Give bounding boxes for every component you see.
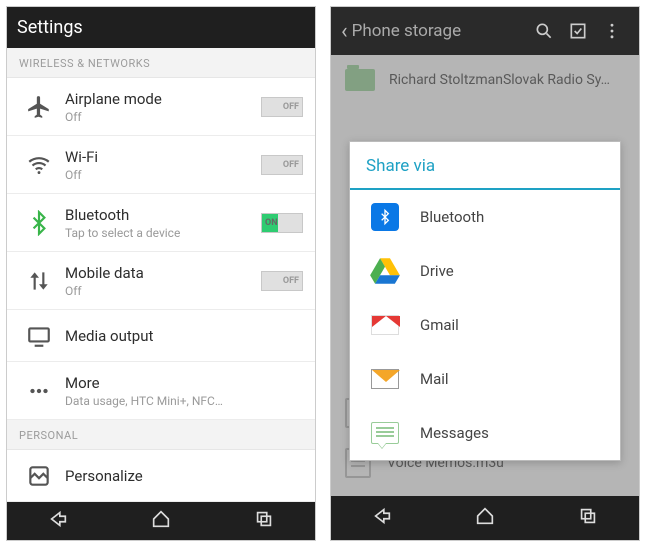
appbar-settings: Settings: [7, 7, 315, 48]
nav-back-button[interactable]: [371, 505, 393, 531]
toggle-bluetooth[interactable]: ON: [261, 213, 303, 233]
share-dialog: Share via Bluetooth Drive Gmail: [349, 141, 621, 461]
row-sub: Off: [65, 110, 261, 124]
share-option-messages[interactable]: Messages: [350, 406, 620, 460]
gmail-app-icon: [368, 309, 402, 341]
drive-app-icon: [368, 255, 402, 287]
row-mobile-data[interactable]: Mobile data Off OFF: [7, 252, 315, 310]
row-title: Bluetooth: [65, 206, 261, 224]
wifi-icon: [19, 152, 59, 178]
row-title: Mobile data: [65, 264, 261, 282]
share-option-gmail[interactable]: Gmail: [350, 298, 620, 352]
toggle-wifi[interactable]: OFF: [261, 155, 303, 175]
toggle-mobile-data[interactable]: OFF: [261, 271, 303, 291]
airplane-icon: [19, 94, 59, 120]
bluetooth-app-icon: [368, 201, 402, 233]
row-bluetooth[interactable]: Bluetooth Tap to select a device ON: [7, 194, 315, 252]
nav-back-button[interactable]: [47, 508, 69, 534]
share-option-label: Messages: [420, 424, 489, 442]
row-title: Personalize: [65, 467, 303, 485]
row-media-output[interactable]: Media output: [7, 310, 315, 362]
nav-home-button[interactable]: [150, 508, 172, 534]
nav-recent-button[interactable]: [577, 505, 599, 531]
phone-settings: Settings WIRELESS & NETWORKS Airplane mo…: [6, 6, 316, 541]
row-title: Wi-Fi: [65, 148, 261, 166]
row-personalize[interactable]: Personalize: [7, 450, 315, 502]
share-option-label: Drive: [420, 262, 454, 280]
share-option-mail[interactable]: Mail: [350, 352, 620, 406]
toggle-airplane[interactable]: OFF: [261, 97, 303, 117]
messages-app-icon: [368, 417, 402, 449]
back-icon[interactable]: ‹: [341, 19, 348, 44]
row-sub: Tap to select a device: [65, 226, 261, 240]
row-title: More: [65, 374, 303, 392]
row-more[interactable]: More Data usage, HTC Mini+, NFC…: [7, 362, 315, 420]
nav-recent-button[interactable]: [253, 508, 275, 534]
share-option-label: Gmail: [420, 316, 459, 334]
row-sub: Data usage, HTC Mini+, NFC…: [65, 394, 303, 408]
phone-body: Richard StoltzmanSlovak Radio Sy… Recent…: [331, 55, 639, 496]
section-header-personal: PERSONAL: [7, 420, 315, 450]
row-wifi[interactable]: Wi-Fi Off OFF: [7, 136, 315, 194]
navbar: [331, 496, 639, 540]
section-header-wireless: WIRELESS & NETWORKS: [7, 48, 315, 78]
appbar-storage: ‹ Phone storage: [331, 7, 639, 55]
page-title: Phone storage: [352, 21, 527, 41]
navbar: [7, 502, 315, 540]
row-airplane-mode[interactable]: Airplane mode Off OFF: [7, 78, 315, 136]
share-option-label: Bluetooth: [420, 208, 484, 226]
nav-home-button[interactable]: [474, 505, 496, 531]
share-option-bluetooth[interactable]: Bluetooth: [350, 190, 620, 244]
mail-app-icon: [368, 363, 402, 395]
search-icon[interactable]: [527, 21, 561, 41]
page-title: Settings: [17, 17, 305, 38]
row-title: Airplane mode: [65, 90, 261, 108]
personalize-icon: [19, 463, 59, 489]
media-output-icon: [19, 323, 59, 349]
mobile-data-icon: [19, 268, 59, 294]
row-sub: Off: [65, 284, 261, 298]
row-title: Media output: [65, 327, 303, 345]
overflow-icon[interactable]: [595, 21, 629, 41]
phone-share: ‹ Phone storage Richard StoltzmanSlovak …: [330, 6, 640, 541]
bluetooth-icon: [19, 210, 59, 236]
row-sub: Off: [65, 168, 261, 182]
select-icon[interactable]: [561, 21, 595, 41]
more-icon: [19, 378, 59, 404]
share-option-drive[interactable]: Drive: [350, 244, 620, 298]
share-option-label: Mail: [420, 370, 449, 388]
dialog-title: Share via: [350, 142, 620, 190]
